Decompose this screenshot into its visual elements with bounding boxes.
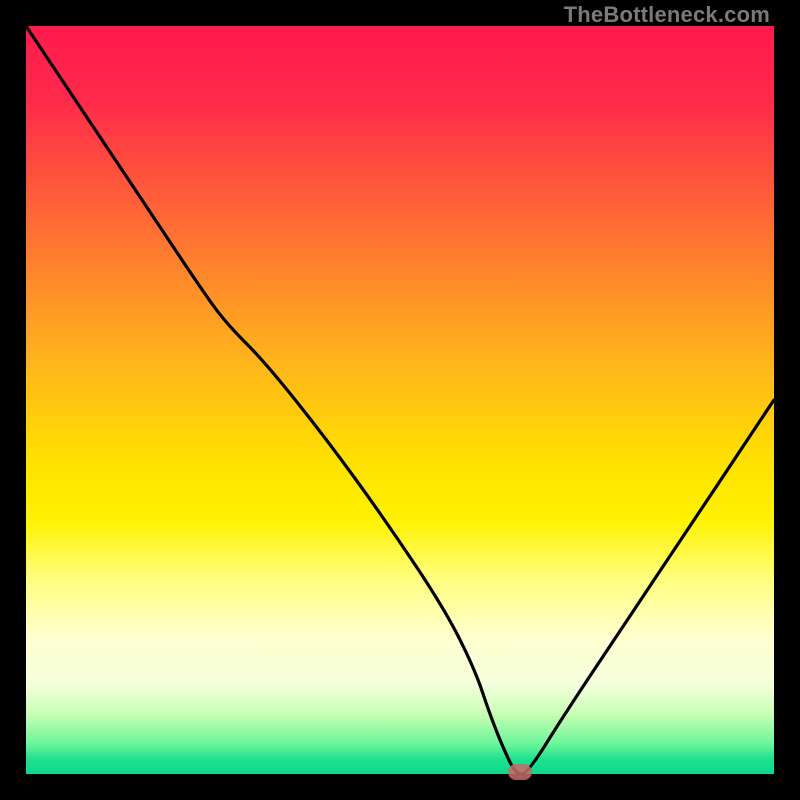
watermark-text: TheBottleneck.com xyxy=(564,4,770,26)
bottleneck-curve xyxy=(26,26,774,774)
chart-container: TheBottleneck.com xyxy=(0,0,800,800)
optimal-marker xyxy=(508,764,532,780)
